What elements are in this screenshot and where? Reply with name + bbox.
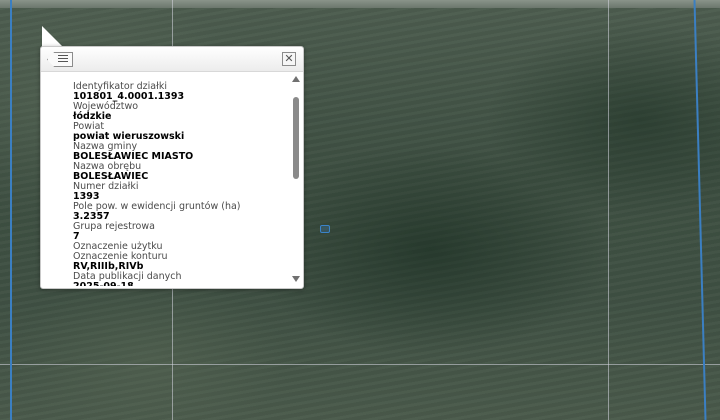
list-back-icon[interactable] [47, 52, 73, 67]
scroll-thumb[interactable] [293, 97, 299, 179]
parcel-info-popup: ✕ Identyfikator działki 101801_4.0001.13… [40, 46, 304, 289]
scroll-up-arrow-icon[interactable] [292, 76, 300, 82]
map-grid-line [608, 0, 609, 420]
field-label: Numer działki [73, 181, 139, 192]
scroll-down-arrow-icon[interactable] [292, 276, 300, 282]
map-grid-line [0, 364, 720, 365]
popup-scrollbar[interactable] [289, 72, 303, 286]
parcel-attributes: Identyfikator działki 101801_4.0001.1393… [73, 82, 285, 287]
field-value: 2025-09-18 [73, 282, 285, 287]
parcel-centroid-marker[interactable] [320, 225, 330, 233]
popup-header: ✕ [41, 47, 303, 72]
parcel-boundary-line [693, 0, 707, 420]
field-value: łódzkie [73, 111, 112, 122]
close-icon[interactable]: ✕ [282, 52, 296, 66]
popup-pointer [42, 26, 64, 48]
popup-body: Identyfikator działki 101801_4.0001.1393… [41, 72, 287, 287]
field-label: Grupa rejestrowa [73, 221, 155, 232]
map-road-strip [0, 0, 720, 8]
parcel-boundary-line [10, 0, 12, 420]
